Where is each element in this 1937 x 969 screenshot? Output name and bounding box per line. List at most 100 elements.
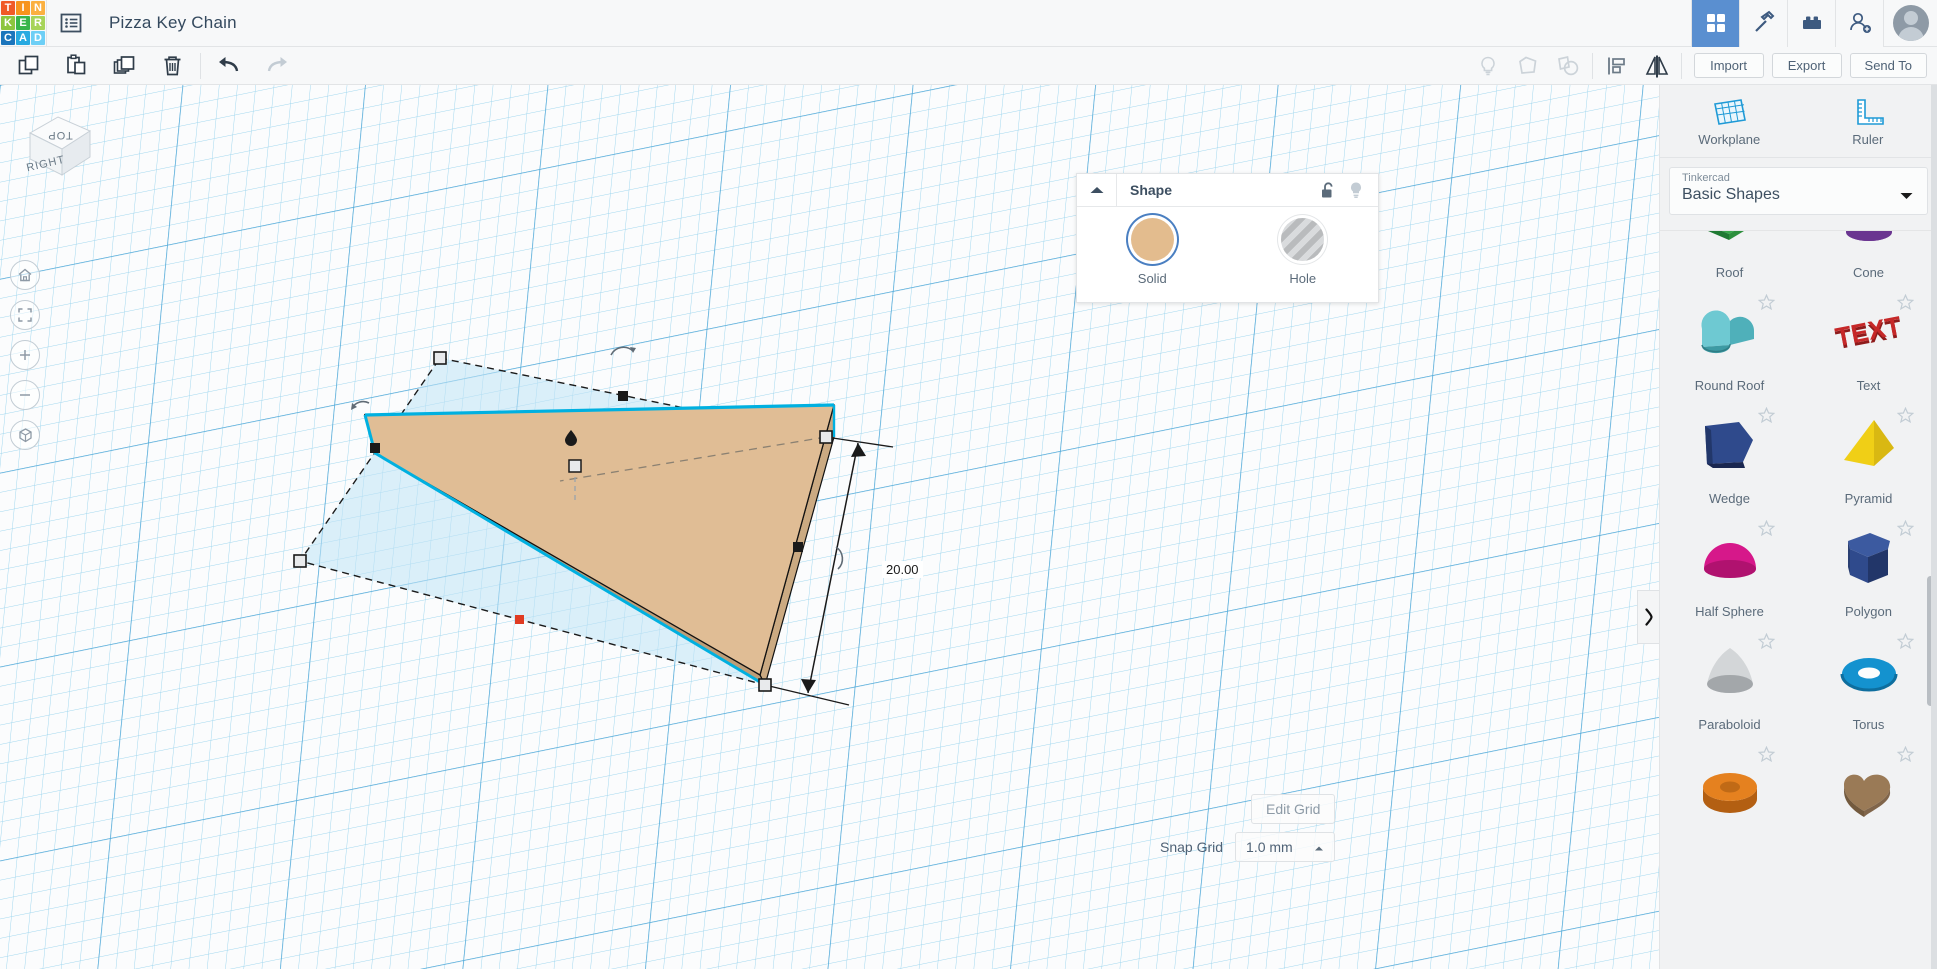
resize-handle-edge[interactable] xyxy=(618,391,628,401)
ungroup-button[interactable] xyxy=(1548,47,1588,85)
solid-label: Solid xyxy=(1137,271,1167,286)
group-button[interactable] xyxy=(1508,47,1548,85)
invite-button[interactable] xyxy=(1835,0,1883,47)
copy-button[interactable] xyxy=(4,47,52,85)
shape-polygon[interactable]: Polygon xyxy=(1799,512,1937,625)
export-button[interactable]: Export xyxy=(1771,53,1842,78)
import-button[interactable]: Import xyxy=(1693,53,1764,78)
shape-tube[interactable] xyxy=(1660,738,1799,851)
favorite-star-icon[interactable] xyxy=(1757,519,1776,542)
resize-handle-corner[interactable] xyxy=(293,554,307,568)
plus-icon xyxy=(20,350,30,360)
tinkercad-logo[interactable]: TIN KER CAD xyxy=(0,0,46,46)
orthographic-toggle-button[interactable] xyxy=(10,420,40,450)
notes-button[interactable] xyxy=(1468,47,1508,85)
home-view-button[interactable] xyxy=(10,260,40,290)
paste-button[interactable] xyxy=(52,47,100,85)
resize-handle-corner[interactable] xyxy=(758,678,772,692)
ruler-icon xyxy=(1856,98,1884,125)
shapes-grid: Roof Cone Round Roof TEXT TEXT Text Wedg… xyxy=(1660,231,1937,851)
logo-letter-a: A xyxy=(16,31,30,45)
zoom-out-button[interactable] xyxy=(10,380,40,410)
viewport-nav-controls xyxy=(10,260,40,450)
grid-view-button[interactable] xyxy=(1691,0,1739,47)
copy-icon xyxy=(18,55,38,75)
height-handle[interactable] xyxy=(568,459,582,473)
workplane-grid xyxy=(0,85,1659,969)
favorite-star-icon[interactable] xyxy=(1757,745,1776,768)
align-button[interactable] xyxy=(1597,47,1637,85)
edit-grid-button[interactable]: Edit Grid xyxy=(1251,794,1336,824)
shape-torus[interactable]: Torus xyxy=(1799,625,1937,738)
shape-panel-collapse-button[interactable] xyxy=(1077,173,1117,207)
zoom-in-button[interactable] xyxy=(10,340,40,370)
workplane-label: Workplane xyxy=(1698,131,1761,147)
shape-thumbnail: TEXT TEXT xyxy=(1799,286,1937,378)
3d-viewport[interactable]: TOP RIGHT Shape Solid Hole 20.00 Edit Gr… xyxy=(0,85,1659,969)
divider xyxy=(200,52,201,79)
shape-thumbnail xyxy=(1799,625,1937,717)
menu-button[interactable] xyxy=(47,0,95,47)
unlock-icon xyxy=(1321,181,1332,197)
list-menu-icon xyxy=(60,13,82,33)
view-cube-top-label: TOP xyxy=(47,129,72,141)
logo-letter-i: I xyxy=(16,1,30,15)
delete-button[interactable] xyxy=(148,47,196,85)
shape-roof[interactable]: Roof xyxy=(1660,231,1799,286)
resize-handle-edge[interactable] xyxy=(370,443,380,453)
favorite-star-icon[interactable] xyxy=(1896,745,1915,768)
shapes-scroll-area[interactable]: Roof Cone Round Roof TEXT TEXT Text Wedg… xyxy=(1660,230,1937,969)
favorite-star-icon[interactable] xyxy=(1757,632,1776,655)
duplicate-button[interactable] xyxy=(100,47,148,85)
snap-grid-value: 1.0 mm xyxy=(1246,839,1293,855)
panel-expander-button[interactable] xyxy=(1637,590,1659,644)
shape-wedge[interactable]: Wedge xyxy=(1660,399,1799,512)
favorite-star-icon[interactable] xyxy=(1757,293,1776,316)
shape-label: Roof xyxy=(1715,265,1744,280)
fit-to-view-button[interactable] xyxy=(10,300,40,330)
half-sphere-icon xyxy=(1703,543,1756,578)
workplane-tool[interactable]: Workplane xyxy=(1660,85,1799,157)
undo-button[interactable] xyxy=(205,47,253,85)
shape-half-sphere[interactable]: Half Sphere xyxy=(1660,512,1799,625)
shape-cone[interactable]: Cone xyxy=(1799,231,1937,286)
send-to-button[interactable]: Send To xyxy=(1849,53,1927,78)
resize-handle-corner[interactable] xyxy=(433,351,447,365)
page-title: Pizza Key Chain xyxy=(109,13,237,32)
library-kicker: Tinkercad xyxy=(1682,172,1730,184)
shape-paraboloid[interactable]: Paraboloid xyxy=(1660,625,1799,738)
solid-option[interactable]: Solid xyxy=(1077,218,1228,286)
logo-letter-k: K xyxy=(1,16,15,30)
mirror-button[interactable] xyxy=(1637,47,1677,85)
favorite-star-icon[interactable] xyxy=(1896,632,1915,655)
hole-option[interactable]: Hole xyxy=(1228,218,1379,286)
favorite-star-icon[interactable] xyxy=(1896,293,1915,316)
shape-text[interactable]: TEXT TEXT Text xyxy=(1799,286,1937,399)
favorite-star-icon[interactable] xyxy=(1896,406,1915,429)
brick-icon xyxy=(1802,16,1821,29)
sidebar-tools: Workplane Ruler xyxy=(1660,85,1937,158)
avatar-button[interactable] xyxy=(1883,0,1937,47)
shape-panel-body: Solid Hole xyxy=(1077,207,1378,286)
group-icon xyxy=(1518,56,1536,74)
favorite-star-icon[interactable] xyxy=(1896,519,1915,542)
view-cube[interactable]: TOP RIGHT xyxy=(12,97,104,189)
ruler-tool[interactable]: Ruler xyxy=(1799,85,1937,157)
favorite-star-icon[interactable] xyxy=(1757,406,1776,429)
codeblocks-button[interactable] xyxy=(1739,0,1787,47)
redo-button[interactable] xyxy=(253,47,301,85)
shape-library-select[interactable]: Tinkercad Basic Shapes xyxy=(1669,167,1928,215)
logo-letter-e: E xyxy=(16,16,30,30)
shape-pyramid[interactable]: Pyramid xyxy=(1799,399,1937,512)
heart-icon xyxy=(1843,774,1890,817)
resize-handle-corner[interactable] xyxy=(819,430,833,444)
snap-grid-select[interactable]: 1.0 mm xyxy=(1235,832,1336,862)
shape-round-roof[interactable]: Round Roof xyxy=(1660,286,1799,399)
blocks-button[interactable] xyxy=(1787,0,1835,47)
shape-heart[interactable] xyxy=(1799,738,1937,851)
lock-toggle-button[interactable] xyxy=(1316,174,1340,207)
workplane-handle[interactable] xyxy=(515,615,524,624)
divider xyxy=(1591,52,1593,79)
highlight-toggle-button[interactable] xyxy=(1344,174,1368,207)
resize-handle-edge[interactable] xyxy=(793,542,803,552)
